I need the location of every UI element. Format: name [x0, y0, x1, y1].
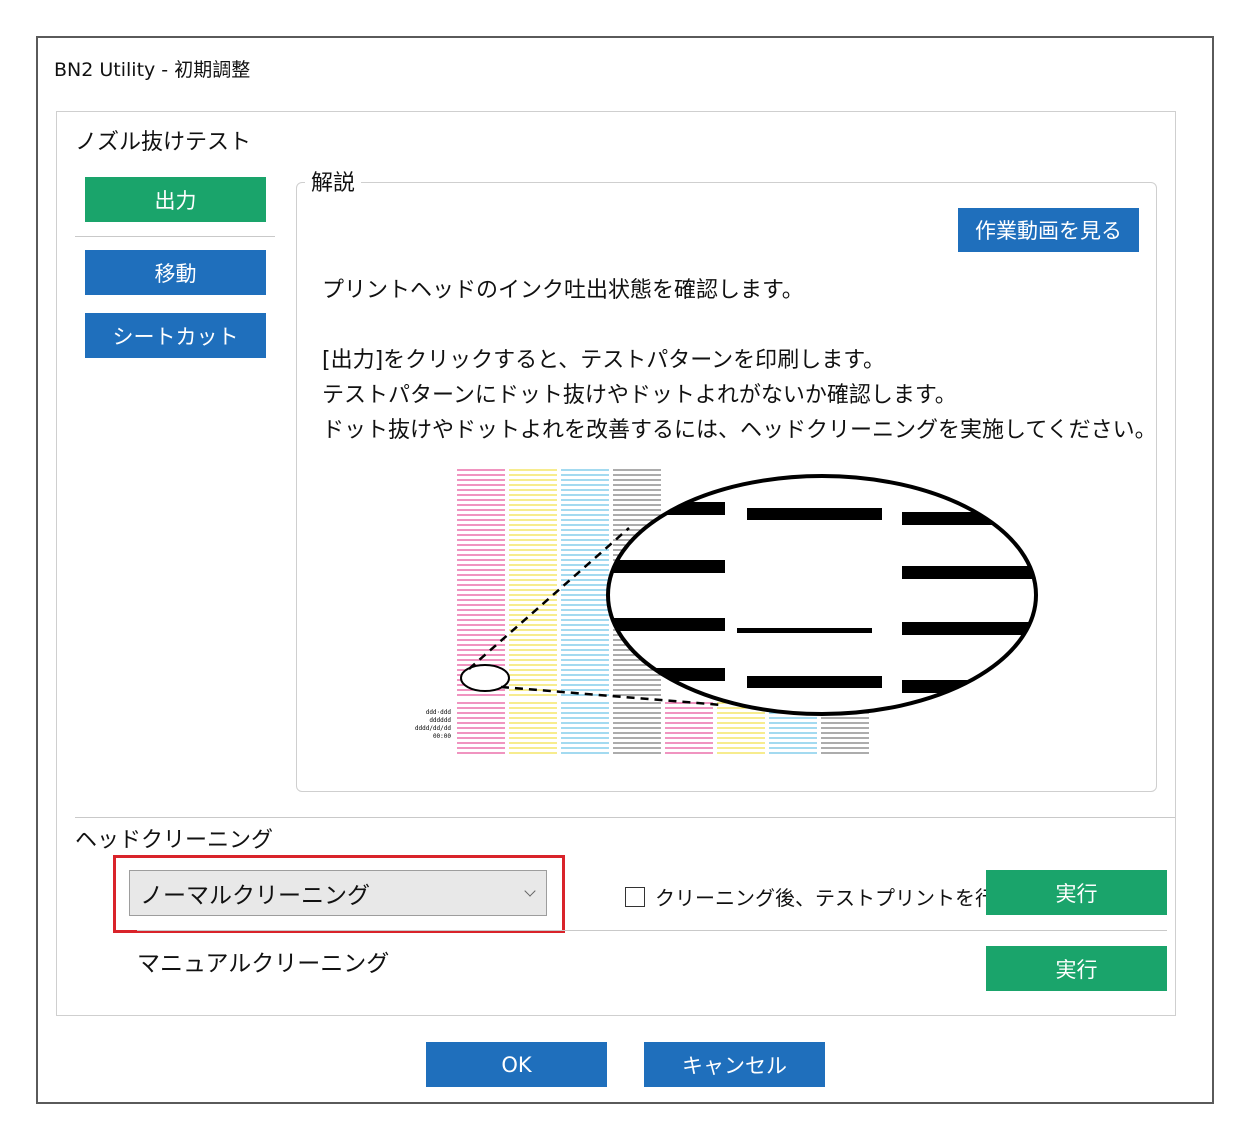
magnified-line: [902, 512, 1036, 525]
test-pattern-illustration: ddd·ddddddddddddd/dd/dd00:00: [415, 469, 1038, 754]
move-button[interactable]: 移動: [85, 250, 266, 295]
missing-dot-line: [737, 628, 872, 633]
magnified-line: [747, 508, 882, 520]
manual-cleaning-execute-button[interactable]: 実行: [986, 946, 1167, 991]
magnified-line: [747, 676, 882, 688]
pattern-label-line: 00:00: [433, 733, 451, 740]
left-separator: [75, 236, 275, 237]
description-group-label: 解説: [305, 165, 362, 197]
content-frame: ノズル抜けテスト 出力 移動 シートカット 作業動画を見る プリントヘッドのイン…: [56, 111, 1176, 1016]
output-button[interactable]: 出力: [85, 177, 266, 222]
cleaning-execute-button[interactable]: 実行: [986, 870, 1167, 915]
window-title: BN2 Utility - 初期調整: [54, 58, 251, 81]
zoom-line-top: [468, 527, 630, 670]
test-print-checkbox[interactable]: [625, 886, 645, 907]
magnified-line: [902, 566, 1036, 579]
head-cleaning-title: ヘッドクリーニング: [75, 828, 274, 853]
cleaning-mode-value: ノーマルクリーニング: [140, 883, 370, 909]
cleaning-mode-dropdown[interactable]: ノーマルクリーニング: [129, 870, 547, 916]
pattern-label-line: dddd/dd/dd: [415, 725, 452, 732]
magnified-line: [902, 622, 1036, 635]
pattern-label-line: dddddd: [429, 717, 451, 724]
description-line-2: [出力]をクリックすると、テストパターンを印刷します。: [322, 348, 885, 373]
test-print-checkbox-row[interactable]: クリーニング後、テストプリントを行う: [625, 882, 1015, 911]
dialog-window: BN2 Utility - 初期調整 ノズル抜けテスト 出力 移動 シートカット…: [36, 36, 1214, 1104]
manual-cleaning-label: マニュアルクリーニング: [137, 951, 390, 977]
ok-button[interactable]: OK: [426, 1042, 607, 1087]
watch-video-button[interactable]: 作業動画を見る: [958, 208, 1139, 252]
cleaning-separator: [137, 930, 1167, 931]
description-groupbox: 作業動画を見る プリントヘッドのインク吐出状態を確認します。 [出力]をクリック…: [296, 182, 1157, 792]
pattern-label-line: ddd·ddd: [426, 709, 452, 716]
cancel-button[interactable]: キャンセル: [644, 1042, 825, 1087]
chevron-down-icon: [524, 885, 536, 897]
magnified-line: [608, 502, 725, 515]
sheet-cut-button[interactable]: シートカット: [85, 313, 266, 358]
section-separator: [75, 817, 1175, 818]
nozzle-test-title: ノズル抜けテスト: [75, 130, 252, 155]
pattern-label-block: ddd·ddddddddddddd/dd/dd00:00: [415, 709, 452, 740]
description-line-3: テストパターンにドット抜けやドットよれがないか確認します。: [322, 383, 957, 408]
description-line-4: ドット抜けやドットよれを改善するには、ヘッドクリーニングを実施してください。: [322, 418, 1157, 443]
description-line-1: プリントヘッドのインク吐出状態を確認します。: [322, 278, 804, 303]
test-print-checkbox-label: クリーニング後、テストプリントを行う: [655, 886, 1015, 910]
